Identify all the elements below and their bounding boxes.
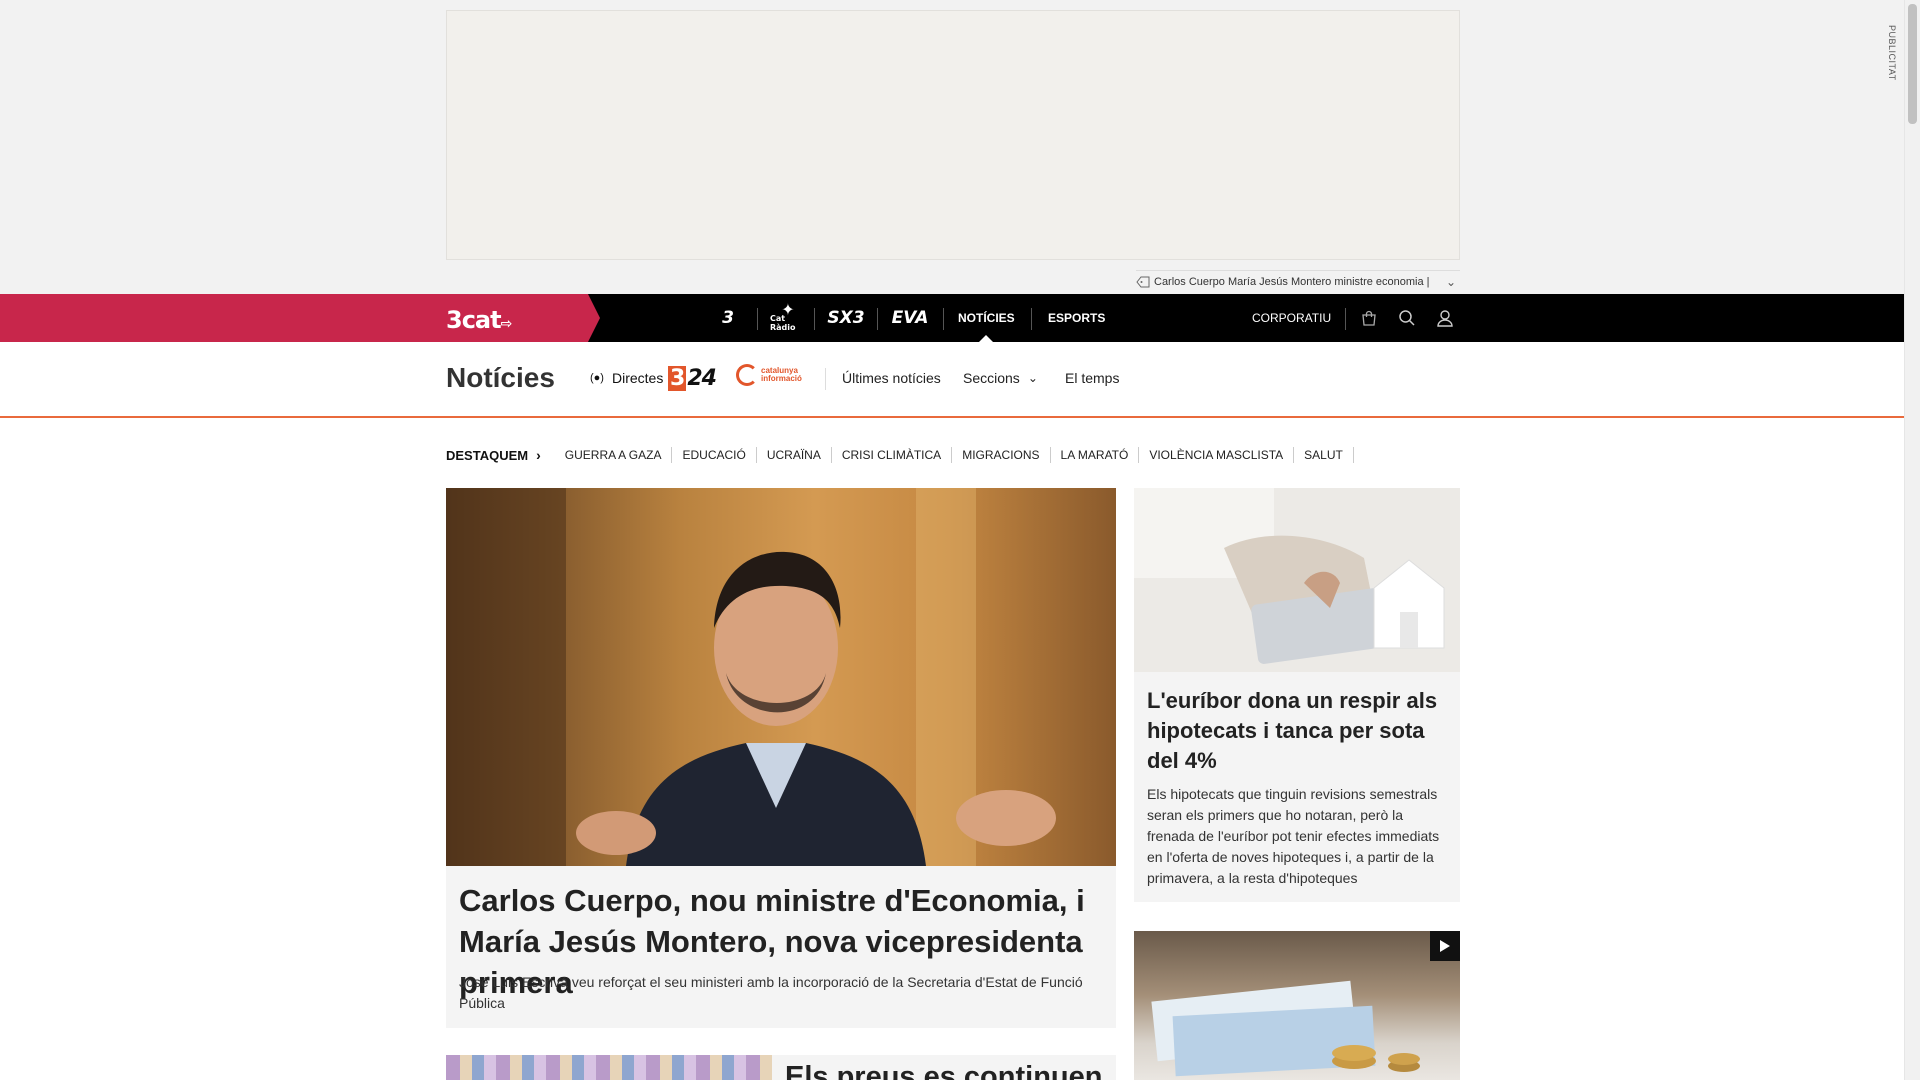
highlight-item[interactable]: EDUCACIÓ [672, 447, 757, 463]
separator [825, 368, 826, 390]
ad-label: PUBLICITAT [1887, 25, 1897, 81]
tag-icon [1136, 276, 1150, 287]
scrollbar[interactable] [1904, 0, 1920, 1080]
bottom-article-headline[interactable]: Els preus es continuen [785, 1061, 1102, 1080]
side-article-headline[interactable]: L'euríbor dona un respir als hipotecats … [1147, 686, 1447, 776]
logo-324[interactable]: 3 24 [668, 365, 717, 391]
shop-bag-icon[interactable] [1357, 306, 1381, 330]
brand-tv3[interactable]: 3 [712, 294, 744, 342]
scrollbar-thumb[interactable] [1908, 4, 1917, 124]
bottom-article-photo[interactable] [446, 1055, 772, 1080]
separator [814, 308, 815, 330]
user-icon[interactable] [1433, 306, 1457, 330]
highlight-item[interactable]: CRISI CLIMÀTICA [832, 447, 953, 463]
nav-noticies[interactable]: NOTÍCIES [958, 294, 1015, 342]
separator [757, 308, 758, 330]
chevron-down-icon[interactable]: ⌄ [1446, 275, 1460, 289]
top-bar: 3cat⇨ 3 ✦ Cat Ràdio SX3 EVA NOTÍCIES ESP… [0, 294, 1904, 342]
highlights-label: DESTAQUEM › [446, 447, 541, 463]
brand-eva[interactable]: EVA [890, 294, 930, 342]
separator [1031, 308, 1032, 330]
brand-catradio[interactable]: ✦ Cat Ràdio [770, 294, 806, 342]
video-article-photo [1151, 980, 1420, 1077]
separator [877, 308, 878, 330]
logo-catalunya-informacio[interactable]: catalunya informació [736, 364, 802, 386]
separator [943, 308, 944, 330]
highlight-item[interactable]: LA MARATÓ [1051, 447, 1140, 463]
section-title[interactable]: Notícies [446, 362, 555, 394]
highlights-bar: DESTAQUEM › GUERRA A GAZA EDUCACIÓ UCRAÏ… [446, 444, 1354, 466]
brand-sx3[interactable]: SX3 [826, 294, 866, 342]
chevron-down-icon: ⌄ [1027, 371, 1038, 385]
side-article-card[interactable]: L'euríbor dona un respir als hipotecats … [1134, 488, 1460, 902]
video-article-card[interactable] [1134, 931, 1460, 1080]
side-article-photo[interactable] [1134, 488, 1460, 672]
separator [1345, 308, 1346, 330]
play-icon[interactable] [1430, 931, 1460, 961]
main-article-photo[interactable] [446, 488, 1116, 866]
main-article-lead: José Luis Escrivá veu reforçat el seu mi… [459, 974, 1083, 1011]
main-article-card[interactable]: Carlos Cuerpo, nou ministre d'Economia, … [446, 488, 1116, 1028]
highlight-item[interactable]: GUERRA A GAZA [555, 447, 673, 463]
highlight-item[interactable]: MIGRACIONS [952, 447, 1051, 463]
highlight-item[interactable]: UCRAÏNA [757, 447, 832, 463]
ad-banner[interactable]: PUBLICITAT [446, 10, 1897, 260]
live-broadcast-icon: (●) [590, 372, 604, 384]
nav-ultimes-noticies[interactable]: Últimes notícies [842, 370, 941, 386]
highlight-item[interactable]: VIOLÈNCIA MASCLISTA [1139, 447, 1295, 463]
section-header: Notícies (●) Directes 3 24 catalunya info… [0, 342, 1904, 418]
ad-zone: PUBLICITAT Carlos Cuerpo María Jesús Mon… [0, 0, 1904, 294]
nav-el-temps[interactable]: El temps [1065, 370, 1119, 386]
nav-corporatiu[interactable]: CORPORATIU [1252, 294, 1331, 342]
topic-tag-bar[interactable]: Carlos Cuerpo María Jesús Montero minist… [1136, 270, 1460, 292]
bottom-article-card[interactable]: Els preus es continuen [446, 1055, 1116, 1080]
ci-logo-icon [736, 364, 758, 386]
catradio-icon: ✦ [781, 299, 795, 319]
nav-seccions[interactable]: Seccions ⌄ [963, 370, 1038, 386]
side-article-lead: Els hipotecats que tinguin revisions sem… [1147, 786, 1440, 886]
nav-esports[interactable]: ESPORTS [1048, 294, 1105, 342]
highlight-item[interactable]: SALUT [1294, 447, 1354, 463]
chevron-right-icon: › [536, 447, 541, 463]
logo-3cat[interactable]: 3cat⇨ [446, 306, 512, 334]
live-button[interactable]: (●) Directes [590, 370, 663, 386]
search-icon[interactable] [1395, 306, 1419, 330]
topic-tag-text: Carlos Cuerpo María Jesús Montero minist… [1154, 275, 1430, 288]
